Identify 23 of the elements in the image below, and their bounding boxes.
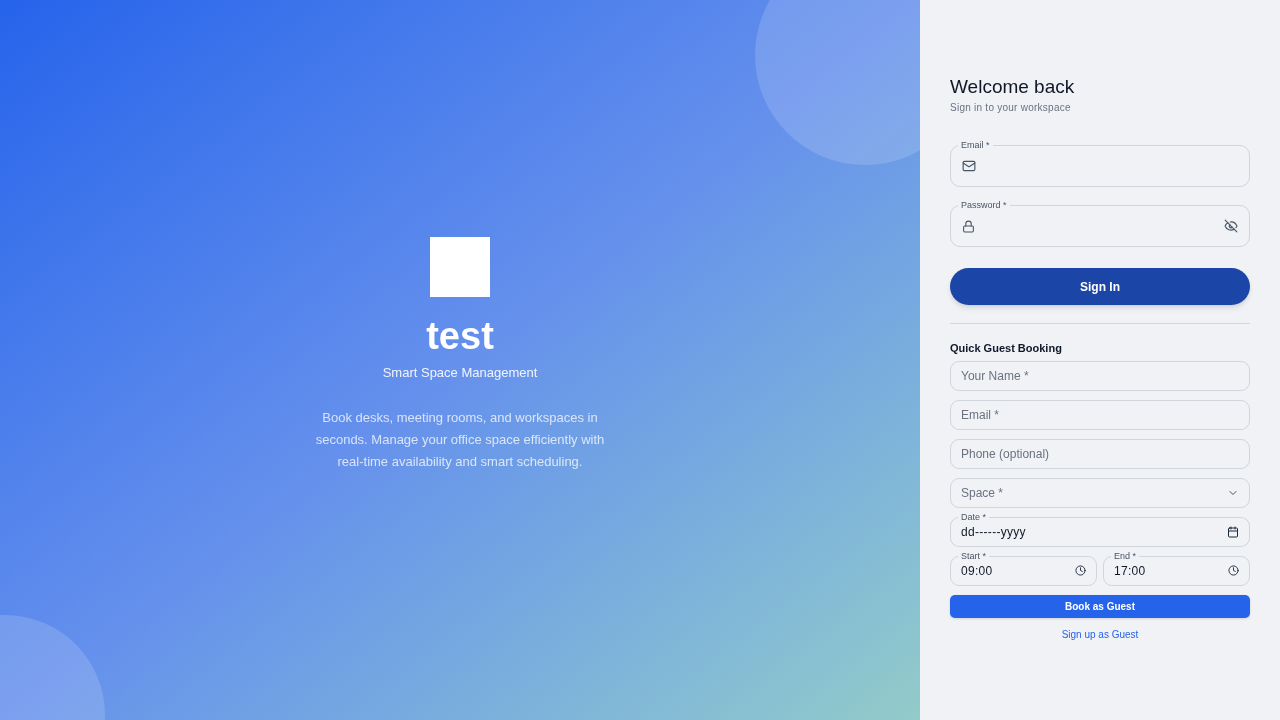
eye-off-icon[interactable]	[1224, 219, 1238, 233]
section-title: Quick Guest Booking	[950, 341, 1063, 356]
clock-icon[interactable]	[1228, 565, 1239, 576]
mail-icon	[962, 159, 976, 173]
field-label: End *	[1111, 549, 1140, 562]
title: Welcome back	[950, 76, 1076, 98]
subtitle: Sign in to your workspace	[950, 101, 1072, 115]
logo	[430, 237, 490, 298]
calendar-icon[interactable]	[1227, 525, 1239, 538]
brand-name: test	[426, 314, 494, 360]
sign-in-button[interactable]: Sign In	[950, 268, 1250, 305]
input-field[interactable]: Phone (optional)	[950, 438, 1250, 469]
clock-icon[interactable]	[1075, 565, 1086, 576]
sign-up-link[interactable]: Sign up as Guest	[1061, 626, 1139, 642]
book-as-guest-button[interactable]: Book as Guest	[950, 594, 1250, 618]
description: Book desks, meeting rooms, and workspaces in seconds. Manage your office space efficiently with real-time availability and smart scheduling.	[314, 408, 606, 471]
input-field[interactable]: Email *	[950, 399, 1250, 430]
field-label: Email *	[958, 139, 993, 151]
field-label: Password *	[958, 199, 1010, 211]
select-field[interactable]: Space *	[950, 477, 1250, 508]
tagline: Smart Space Management	[382, 364, 538, 383]
input-field[interactable]: Your Name *	[950, 360, 1250, 391]
lock-icon	[962, 219, 975, 233]
